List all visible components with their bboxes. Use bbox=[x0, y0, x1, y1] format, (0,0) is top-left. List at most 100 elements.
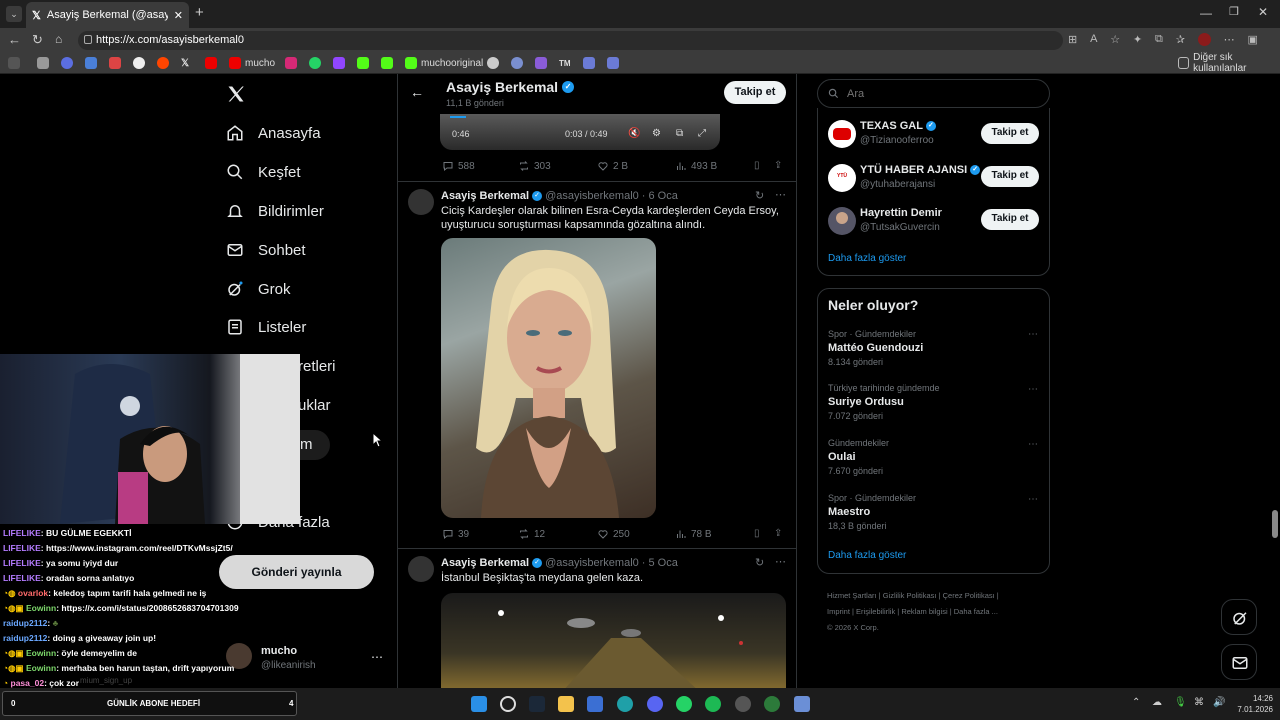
favorites-icon[interactable]: ✰ bbox=[1176, 33, 1185, 47]
views-action[interactable]: 493 B bbox=[675, 160, 717, 172]
microphone-icon[interactable]: 🎙 bbox=[1174, 697, 1187, 708]
bookmark-icon[interactable] bbox=[8, 57, 20, 69]
video-progress-bar[interactable] bbox=[450, 116, 710, 118]
nav-home[interactable]: Anasayfa bbox=[226, 118, 321, 148]
like-action[interactable]: 2 B bbox=[597, 160, 628, 172]
site-info-icon[interactable] bbox=[84, 35, 92, 44]
back-icon[interactable]: ← bbox=[8, 32, 21, 47]
kick-icon[interactable] bbox=[357, 57, 369, 69]
bookmark-icon[interactable]: ▯ bbox=[754, 160, 760, 171]
app-icon[interactable] bbox=[764, 696, 780, 712]
more-options-icon[interactable]: ⋯ bbox=[1224, 33, 1235, 47]
close-tab-icon[interactable]: ✕ bbox=[174, 9, 183, 22]
follow-button[interactable]: Takip et bbox=[724, 81, 786, 104]
close-window-button[interactable]: ✕ bbox=[1258, 5, 1268, 19]
x-bookmark-icon[interactable]: 𝕏 bbox=[181, 56, 189, 70]
follow-button[interactable]: Takip et bbox=[981, 166, 1039, 187]
restore-button[interactable]: ❐ bbox=[1229, 5, 1239, 18]
post-author[interactable]: Asayiş Berkemal bbox=[441, 556, 529, 570]
new-tab-button[interactable]: + bbox=[195, 4, 204, 21]
kick-icon[interactable] bbox=[381, 57, 393, 69]
youtube-icon[interactable] bbox=[205, 57, 217, 69]
show-more-link[interactable]: Daha fazla göster bbox=[828, 253, 906, 264]
tab-menu-button[interactable]: ⌄ bbox=[6, 6, 22, 22]
footer-link[interactable]: Gizlilik Politikası bbox=[883, 591, 937, 600]
account-name[interactable]: TEXAS GAL ✓ bbox=[860, 120, 936, 132]
nav-partial-item[interactable]: retleri bbox=[298, 351, 336, 381]
post-video-thumbnail[interactable] bbox=[441, 593, 786, 688]
x-logo-icon[interactable] bbox=[226, 84, 246, 104]
views-action[interactable]: 78 B bbox=[675, 528, 712, 540]
repost-action[interactable]: 303 bbox=[518, 160, 551, 172]
nav-messages[interactable]: Sohbet bbox=[226, 235, 306, 265]
home-icon[interactable]: ⌂ bbox=[55, 32, 62, 46]
sidebar-icon[interactable]: ▣ bbox=[1247, 33, 1257, 47]
bookmark-icon[interactable] bbox=[85, 57, 97, 69]
trend-more-icon[interactable]: ⋯ bbox=[1028, 329, 1038, 340]
footer-link[interactable]: Hizmet Şartları bbox=[827, 591, 877, 600]
other-favorites[interactable]: Diğer sık kullanılanlar bbox=[1178, 52, 1280, 74]
avatar[interactable] bbox=[828, 207, 856, 235]
post-date[interactable]: · 5 Oca bbox=[642, 556, 678, 570]
trend-more-icon[interactable]: ⋯ bbox=[1028, 494, 1038, 505]
profile-avatar-icon[interactable] bbox=[1197, 33, 1211, 46]
post-more-icon[interactable]: ⋯ bbox=[775, 188, 786, 201]
bookmark-mucho[interactable]: mucho bbox=[229, 56, 275, 70]
share-icon[interactable]: ⇪ bbox=[774, 528, 782, 539]
search-box[interactable] bbox=[817, 79, 1050, 108]
grok-float-button[interactable] bbox=[1221, 599, 1257, 635]
clock[interactable]: 14:26 7.01.2026 bbox=[1233, 693, 1273, 715]
post-avatar[interactable] bbox=[408, 189, 434, 215]
steam-icon[interactable] bbox=[529, 696, 545, 712]
refresh-icon[interactable]: ↻ bbox=[32, 32, 43, 48]
split-screen-icon[interactable]: ⊞ bbox=[1068, 33, 1077, 47]
network-icon[interactable]: ⌘ bbox=[1194, 697, 1204, 708]
messages-float-button[interactable] bbox=[1221, 644, 1257, 680]
google-icon[interactable] bbox=[133, 57, 145, 69]
file-explorer-icon[interactable] bbox=[558, 696, 574, 712]
nav-explore[interactable]: Keşfet bbox=[226, 157, 301, 187]
page-scrollbar[interactable] bbox=[1272, 510, 1278, 538]
trend-item[interactable]: Gündemdekiler Oulai 7.670 gönderi bbox=[828, 438, 889, 476]
trend-item[interactable]: Türkiye tarihinde gündemde Suriye Ordusu… bbox=[828, 383, 940, 421]
gmail-icon[interactable] bbox=[109, 57, 121, 69]
nav-lists[interactable]: Listeler bbox=[226, 312, 306, 342]
show-more-link[interactable]: Daha fazla göster bbox=[828, 550, 906, 561]
avatar[interactable]: YTÜ bbox=[828, 164, 856, 192]
reply-action[interactable]: 39 bbox=[442, 528, 469, 540]
like-action[interactable]: 250 bbox=[597, 528, 630, 540]
account-name[interactable]: YTÜ HABER AJANSI ✓ bbox=[860, 164, 981, 176]
spotify-icon[interactable] bbox=[705, 696, 721, 712]
pip-icon[interactable]: ⧉ bbox=[676, 128, 683, 139]
edge-icon[interactable] bbox=[617, 696, 633, 712]
repost-action[interactable]: 12 bbox=[518, 528, 545, 540]
grok-analyze-icon[interactable]: ↻ bbox=[755, 556, 764, 569]
bookmark-icon[interactable] bbox=[487, 57, 499, 69]
bookmark-icon[interactable] bbox=[511, 57, 523, 69]
nav-notifications[interactable]: Bildirimler bbox=[226, 196, 324, 226]
account-name[interactable]: Hayrettin Demir bbox=[860, 207, 942, 219]
post-image[interactable] bbox=[441, 238, 656, 518]
footer-link[interactable]: Çerez Politikası bbox=[943, 591, 995, 600]
footer-link[interactable]: Daha fazla ... bbox=[954, 607, 998, 616]
post-avatar[interactable] bbox=[408, 556, 434, 582]
back-arrow-icon[interactable]: ← bbox=[410, 84, 424, 100]
bookmark-icon[interactable] bbox=[61, 57, 73, 69]
post-date[interactable]: · 6 Oca bbox=[642, 189, 678, 203]
whatsapp-icon[interactable] bbox=[309, 57, 321, 69]
search-input[interactable] bbox=[847, 87, 1027, 100]
trend-item[interactable]: Spor · Gündemdekiler Mattéo Guendouzi 8.… bbox=[828, 329, 923, 367]
post-more-icon[interactable]: ⋯ bbox=[775, 555, 786, 568]
url-field[interactable]: https://x.com/asayisberkemal0 bbox=[78, 31, 1063, 50]
extensions-icon[interactable]: ✦ bbox=[1133, 33, 1142, 47]
twitch-icon[interactable] bbox=[333, 57, 345, 69]
shield-icon[interactable] bbox=[583, 57, 595, 69]
trend-more-icon[interactable]: ⋯ bbox=[1028, 384, 1038, 395]
tray-chevron-icon[interactable]: ⌃ bbox=[1132, 697, 1140, 708]
shield-icon[interactable] bbox=[607, 57, 619, 69]
trend-more-icon[interactable]: ⋯ bbox=[1028, 439, 1038, 450]
follow-button[interactable]: Takip et bbox=[981, 209, 1039, 230]
footer-link[interactable]: Erişilebilirlik bbox=[856, 607, 895, 616]
volume-icon[interactable]: 🔊 bbox=[1213, 697, 1225, 708]
grok-analyze-icon[interactable]: ↻ bbox=[755, 189, 764, 202]
